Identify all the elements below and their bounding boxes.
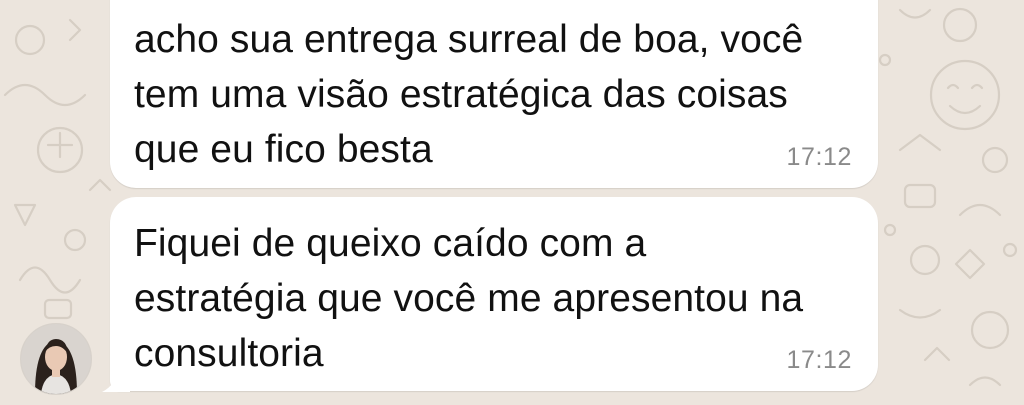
message-text: Fiquei de queixo caído com a estratégia … [134,222,804,375]
message-timestamp: 17:12 [786,346,852,374]
profile-photo-avatar-icon [21,324,91,394]
message-text: acho sua entrega surreal de boa, você te… [134,18,804,171]
message-bubble-incoming[interactable]: Fiquei de queixo caído com a estratégia … [110,197,878,391]
message-bubble-tail [102,372,130,392]
sender-avatar[interactable] [20,323,92,395]
message-bubble-incoming[interactable]: acho sua entrega surreal de boa, você te… [110,0,878,188]
message-timestamp: 17:12 [786,143,852,171]
